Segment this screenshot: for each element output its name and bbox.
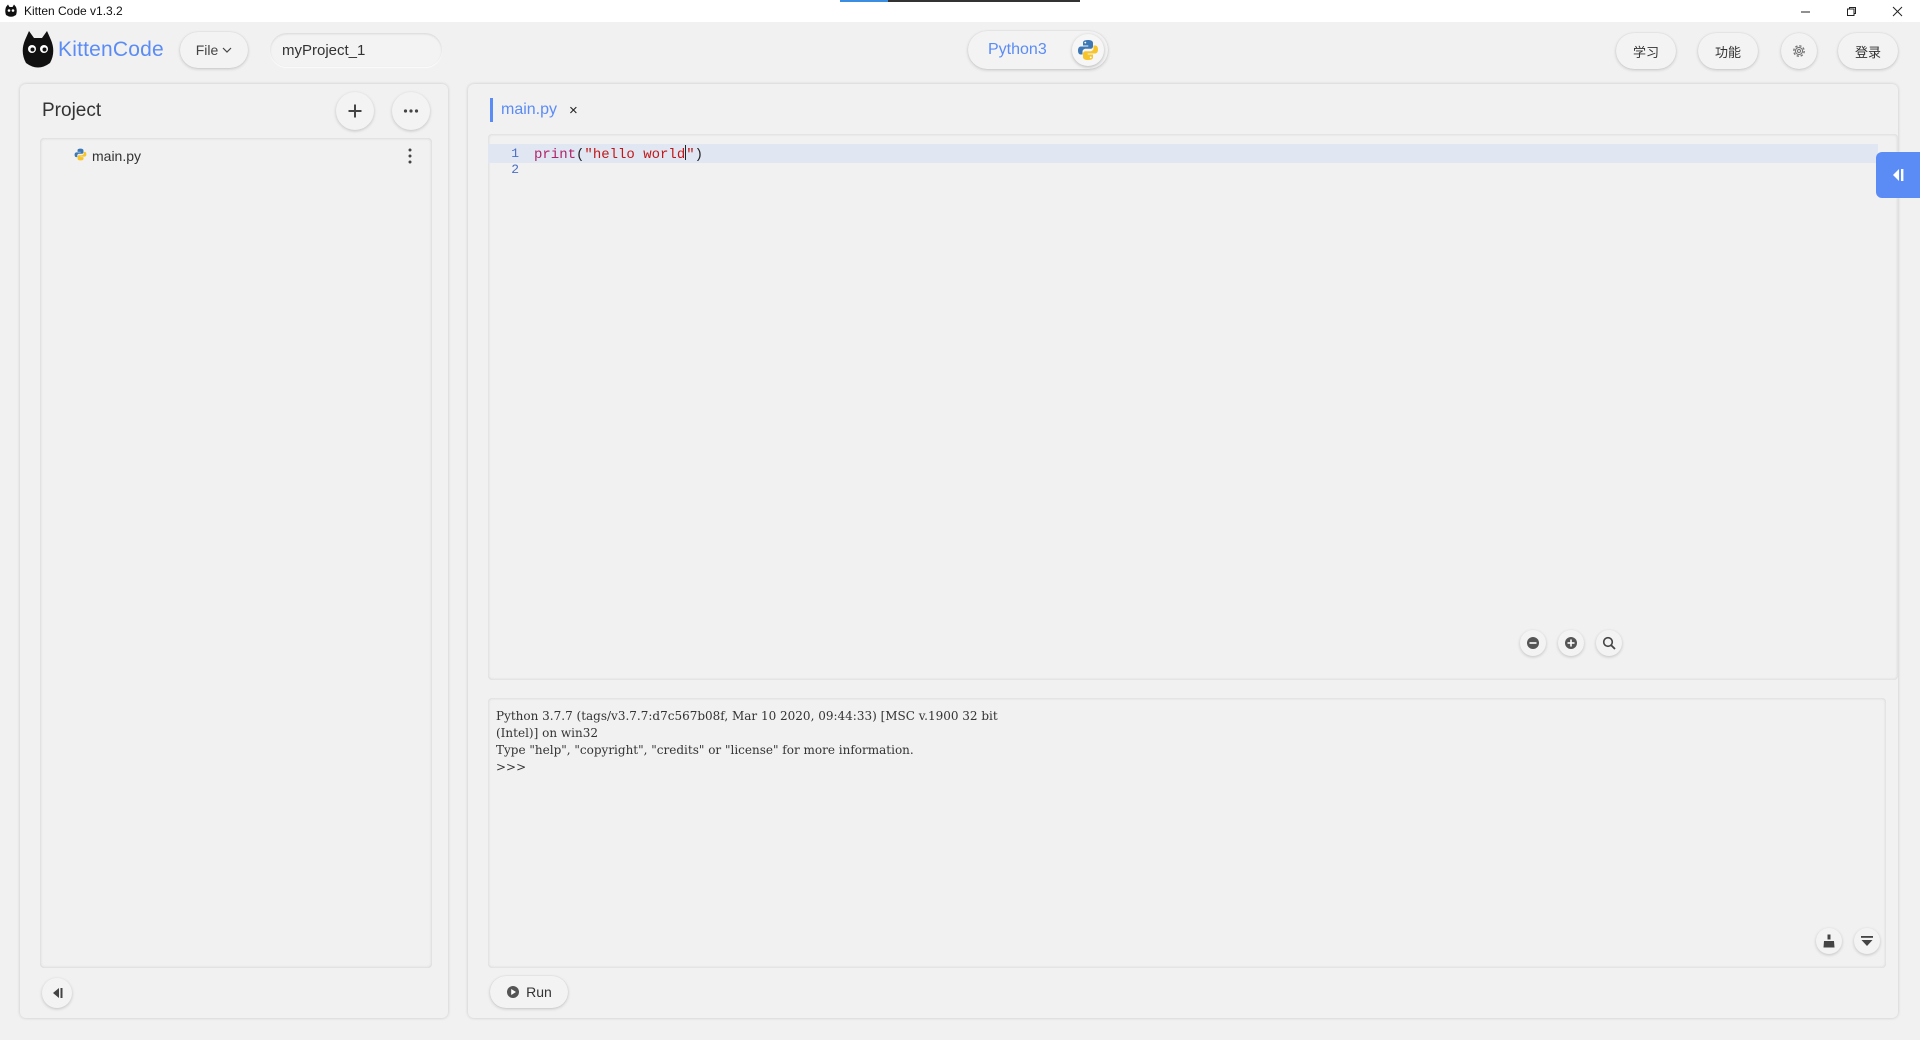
kittencode-logo[interactable]: KittenCode xyxy=(20,30,164,70)
editor-panel: main.py × 1 print("hello world") 2 Pytho… xyxy=(468,84,1898,1018)
logo-text: KittenCode xyxy=(58,38,164,61)
close-window-button[interactable] xyxy=(1874,0,1920,22)
zoom-out-button[interactable] xyxy=(1520,630,1546,656)
kitten-logo-icon xyxy=(22,31,54,68)
run-label: Run xyxy=(526,984,552,1000)
language-label: Python3 xyxy=(988,41,1047,58)
file-tree: main.py xyxy=(40,138,432,968)
broom-icon xyxy=(1823,934,1835,948)
clear-console-button[interactable] xyxy=(1816,928,1842,954)
login-button[interactable]: 登录 xyxy=(1838,33,1898,69)
tab-main-py[interactable]: main.py × xyxy=(490,98,578,122)
tab-label: main.py xyxy=(501,101,558,118)
code-editor[interactable]: 1 print("hello world") 2 xyxy=(488,134,1898,680)
ellipsis-icon xyxy=(403,109,419,113)
console-output[interactable]: Python 3.7.7 (tags/v3.7.7:d7c567b08f, Ma… xyxy=(488,698,1886,968)
file-tree-item-label: main.py xyxy=(92,148,142,164)
collapse-left-icon xyxy=(53,988,63,998)
title-progress-line xyxy=(840,0,1080,2)
gear-icon xyxy=(1793,45,1805,57)
collapse-panel-button[interactable] xyxy=(42,978,72,1008)
file-options-button[interactable] xyxy=(404,147,416,165)
scroll-down-icon xyxy=(1861,936,1873,946)
restore-button[interactable] xyxy=(1828,0,1874,22)
window-title: Kitten Code v1.3.2 xyxy=(24,4,123,18)
kitten-app-icon xyxy=(4,4,18,18)
side-panel-toggle[interactable] xyxy=(1876,152,1920,198)
play-icon xyxy=(507,986,520,998)
zoom-out-icon xyxy=(1527,637,1539,649)
learn-label: 学习 xyxy=(1632,44,1659,60)
login-label: 登录 xyxy=(1854,44,1881,60)
tab-close-icon[interactable]: × xyxy=(569,102,578,119)
minimize-button[interactable] xyxy=(1782,0,1828,22)
project-name-input[interactable] xyxy=(270,33,442,67)
search-icon xyxy=(1602,636,1616,650)
plus-icon xyxy=(348,104,362,118)
file-menu-button[interactable]: File xyxy=(180,32,248,68)
python-file-icon xyxy=(74,148,87,164)
chevron-down-icon xyxy=(222,47,232,53)
line-number: 2 xyxy=(511,162,519,177)
add-file-button[interactable] xyxy=(336,92,374,130)
scroll-bottom-button[interactable] xyxy=(1854,928,1880,954)
search-button[interactable] xyxy=(1596,630,1622,656)
window-controls xyxy=(1782,0,1920,22)
vertical-ellipsis-icon xyxy=(408,148,412,164)
python-logo-icon xyxy=(1072,34,1104,66)
learn-button[interactable]: 学习 xyxy=(1616,33,1676,69)
file-menu-label: File xyxy=(195,42,219,58)
zoom-in-button[interactable] xyxy=(1558,630,1584,656)
project-panel: Project main.py xyxy=(20,84,448,1018)
project-more-button[interactable] xyxy=(392,92,430,130)
title-bar: Kitten Code v1.3.2 xyxy=(0,0,1920,22)
minimize-icon xyxy=(1800,11,1810,12)
features-button[interactable]: 功能 xyxy=(1698,33,1758,69)
code-line: 2 xyxy=(488,160,1878,179)
project-panel-title: Project xyxy=(42,100,102,121)
language-selector[interactable]: Python3 xyxy=(968,31,1108,69)
top-toolbar: KittenCode File Python3 学习 功能 登录 xyxy=(0,22,1920,80)
restore-icon xyxy=(1846,6,1856,16)
features-label: 功能 xyxy=(1714,44,1741,60)
collapse-right-panel-icon xyxy=(1893,169,1904,181)
zoom-in-icon xyxy=(1565,637,1577,649)
line-number: 1 xyxy=(511,146,519,161)
run-button[interactable]: Run xyxy=(490,976,568,1008)
settings-button[interactable] xyxy=(1781,33,1817,69)
close-icon xyxy=(1892,6,1902,16)
file-tree-item[interactable]: main.py xyxy=(74,148,141,164)
